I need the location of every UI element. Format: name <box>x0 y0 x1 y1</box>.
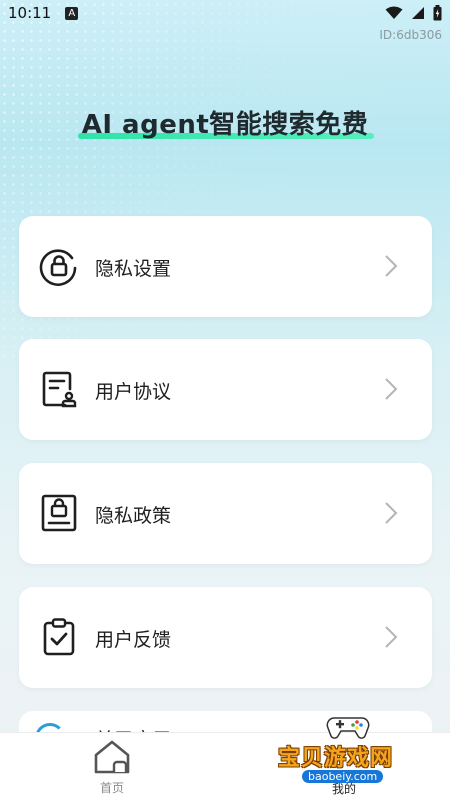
status-time: 10:11 <box>8 4 52 22</box>
menu-item-user-feedback[interactable]: 用户反馈 <box>19 587 432 688</box>
document-user-icon <box>42 371 77 408</box>
menu-item-label: 隐私政策 <box>95 505 172 527</box>
chevron-right-icon <box>385 378 398 400</box>
menu-item-privacy-settings[interactable]: 隐私设置 <box>19 216 432 317</box>
clipboard-check-icon <box>43 618 75 656</box>
chevron-right-icon <box>385 255 398 277</box>
menu-item-privacy-policy[interactable]: 隐私政策 <box>19 463 432 564</box>
lock-circle-icon <box>39 249 77 286</box>
tab-mine[interactable]: 我的 <box>320 739 368 799</box>
device-id-label: ID:6db306 <box>379 28 442 42</box>
tab-label: 我的 <box>331 782 356 796</box>
signal-icon <box>412 7 424 19</box>
menu-item-label: 用户反馈 <box>95 629 172 651</box>
home-icon <box>94 740 130 774</box>
page-headline: AI agent智能搜索免费 <box>81 110 369 140</box>
tab-label: 首页 <box>99 781 124 795</box>
chevron-right-icon <box>385 502 398 524</box>
menu-item-user-agreement[interactable]: 用户协议 <box>19 339 432 440</box>
document-lock-icon <box>41 494 77 532</box>
tab-home[interactable]: 首页 <box>88 739 136 799</box>
menu-item-label: 用户协议 <box>95 381 172 403</box>
notification-a-icon: A <box>65 6 79 20</box>
status-bar: 10:11 A <box>0 0 450 26</box>
chevron-right-icon <box>385 626 398 648</box>
battery-icon <box>433 5 442 21</box>
menu-item-label: 隐私设置 <box>95 258 172 280</box>
wifi-icon <box>385 6 403 19</box>
bottom-tab-bar: 首页 我的 <box>0 732 450 801</box>
